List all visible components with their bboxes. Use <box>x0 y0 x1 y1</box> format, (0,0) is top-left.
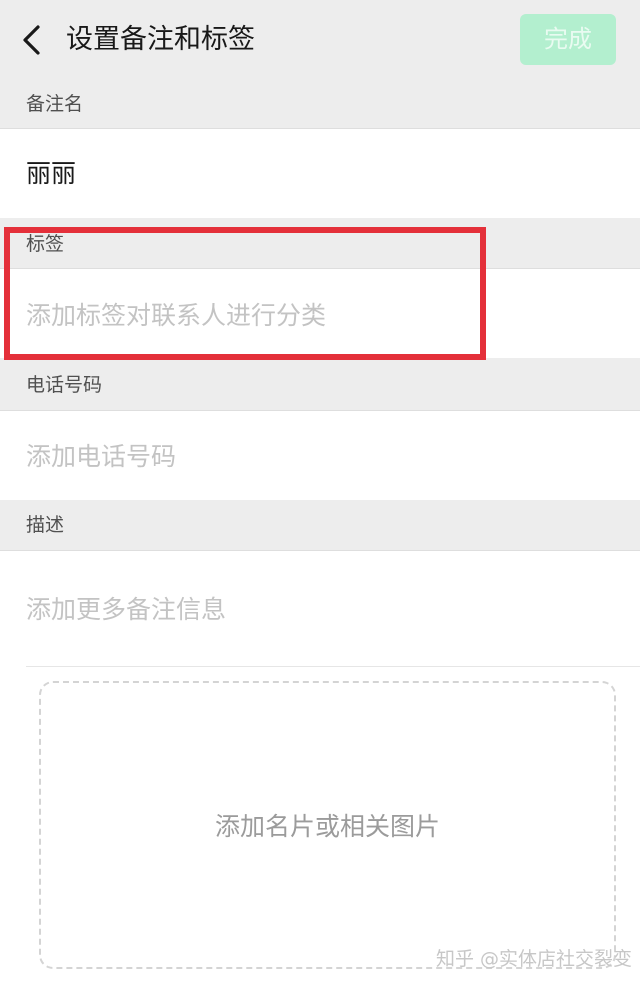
phone-field[interactable]: 添加电话号码 <box>0 410 640 500</box>
add-photo-area[interactable]: 添加名片或相关图片 <box>39 681 616 969</box>
phone-label: 电话号码 <box>26 374 103 396</box>
add-photo-label: 添加名片或相关图片 <box>214 812 440 841</box>
description-label: 描述 <box>26 514 65 536</box>
phone-placeholder: 添加电话号码 <box>26 442 177 471</box>
done-button[interactable]: 完成 <box>520 14 616 65</box>
tags-field[interactable]: 添加标签对联系人进行分类 <box>0 268 640 358</box>
tags-placeholder: 添加标签对联系人进行分类 <box>26 301 327 330</box>
tags-label: 标签 <box>26 233 65 255</box>
top-bar: 设置备注和标签 完成 <box>0 0 640 78</box>
page-title: 设置备注和标签 <box>66 24 255 55</box>
description-placeholder: 添加更多备注信息 <box>26 595 227 624</box>
remark-label: 备注名 <box>26 93 84 115</box>
remark-field[interactable]: 丽丽 <box>0 128 640 218</box>
back-arrow-icon[interactable] <box>14 20 50 60</box>
remark-value: 丽丽 <box>26 159 77 188</box>
watermark-text: 知乎 @实体店社交裂变 <box>436 948 633 970</box>
description-divider <box>26 666 640 667</box>
